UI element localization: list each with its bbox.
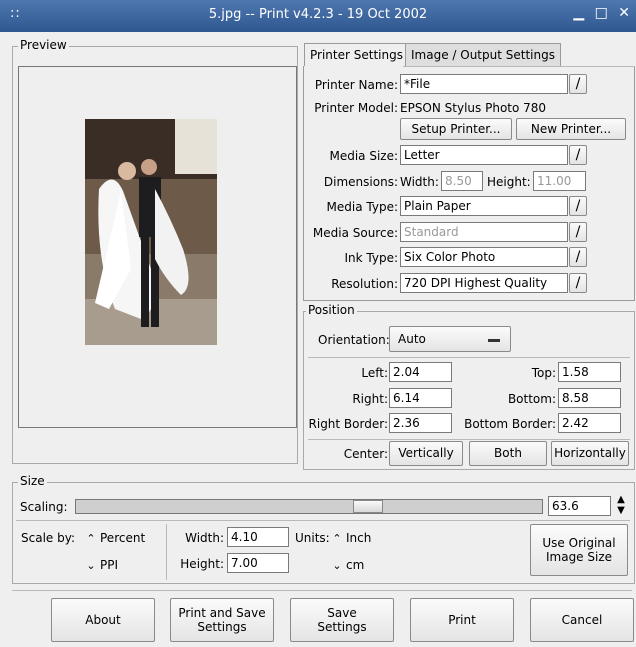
media-source-browse-button[interactable]: / <box>569 222 587 242</box>
bottom-label: Bottom: <box>507 392 556 406</box>
media-size-label: Media Size: <box>329 149 398 163</box>
media-source-label: Media Source: <box>312 226 398 240</box>
radio-unselected-icon: ⌄ <box>332 559 342 572</box>
close-icon[interactable]: ✕ <box>618 5 630 21</box>
window-title: 5.jpg -- Print v4.2.3 - 19 Oct 2002 <box>208 7 428 22</box>
resolution-field[interactable]: 720 DPI Highest Quality <box>400 273 568 293</box>
scaling-slider-track[interactable] <box>75 499 543 514</box>
bottom-border-label: Bottom Border: <box>464 417 556 431</box>
dimensions-height-label: Height: <box>487 175 531 189</box>
preview-page[interactable] <box>18 66 297 428</box>
percent-radio[interactable]: ⌃ Percent <box>86 531 145 545</box>
orientation-label: Orientation: <box>318 333 390 347</box>
orientation-value: Auto <box>398 331 426 346</box>
printer-model-label: Printer Model: <box>314 101 398 115</box>
size-height-field[interactable]: 7.00 <box>227 553 289 573</box>
percent-label: Percent <box>100 531 146 545</box>
size-width-field[interactable]: 4.10 <box>227 527 289 547</box>
top-field[interactable]: 1.58 <box>558 362 621 382</box>
preview-label: Preview <box>18 38 69 52</box>
position-label: Position <box>306 303 357 317</box>
cm-label: cm <box>346 558 365 572</box>
tab-image-output-settings[interactable]: Image / Output Settings <box>405 43 561 66</box>
tab-printer-settings[interactable]: Printer Settings <box>304 43 409 66</box>
print-and-save-settings-button[interactable]: Print and Save Settings <box>170 598 274 642</box>
radio-unselected-icon: ⌄ <box>86 559 96 572</box>
media-type-field[interactable]: Plain Paper <box>400 196 568 216</box>
title-bar[interactable]: :: 5.jpg -- Print v4.2.3 - 19 Oct 2002 ▁… <box>0 0 636 32</box>
resolution-browse-button[interactable]: / <box>569 273 587 293</box>
center-vertically-button[interactable]: Vertically <box>389 441 463 466</box>
dimensions-width-field[interactable]: 8.50 <box>441 171 483 191</box>
units-label: Units: <box>295 531 330 545</box>
ink-type-label: Ink Type: <box>344 251 398 265</box>
print-button[interactable]: Print <box>410 598 514 642</box>
media-type-label: Media Type: <box>326 200 398 214</box>
dimensions-label: Dimensions: <box>323 175 398 189</box>
preview-photo <box>85 119 217 345</box>
setup-printer-button[interactable]: Setup Printer... <box>400 118 512 140</box>
ink-type-browse-button[interactable]: / <box>569 247 587 267</box>
radio-selected-icon: ⌃ <box>332 532 342 545</box>
center-label: Center: <box>343 447 388 461</box>
cancel-button[interactable]: Cancel <box>530 598 634 642</box>
printer-name-browse-button[interactable]: / <box>569 74 587 94</box>
size-width-label: Width: <box>185 531 224 545</box>
printer-name-label: Printer Name: <box>314 78 398 92</box>
printer-model-value: EPSON Stylus Photo 780 <box>400 101 547 115</box>
scale-by-label: Scale by: <box>21 531 75 545</box>
cm-radio[interactable]: ⌄ cm <box>332 558 364 572</box>
top-label: Top: <box>531 366 556 380</box>
dimensions-width-label: Width: <box>400 175 439 189</box>
left-field[interactable]: 2.04 <box>389 362 452 382</box>
scaling-label: Scaling: <box>20 500 68 514</box>
dropdown-indicator-icon <box>488 339 500 342</box>
right-border-field[interactable]: 2.36 <box>389 413 452 433</box>
size-height-label: Height: <box>180 557 224 571</box>
media-size-browse-button[interactable]: / <box>569 145 587 165</box>
spin-down-icon[interactable]: ▼ <box>614 505 628 516</box>
media-size-field[interactable]: Letter <box>400 145 568 165</box>
scaling-spin-button[interactable]: ▲ ▼ <box>614 494 628 518</box>
ppi-label: PPI <box>100 558 119 572</box>
resolution-label: Resolution: <box>331 277 398 291</box>
maximize-icon[interactable]: □ <box>595 5 608 21</box>
new-printer-button[interactable]: New Printer... <box>516 118 626 140</box>
orientation-dropdown[interactable]: Auto <box>389 326 511 352</box>
left-label: Left: <box>361 366 388 380</box>
media-source-field[interactable]: Standard <box>400 222 568 242</box>
scaling-slider-thumb[interactable] <box>353 500 383 513</box>
size-label: Size <box>18 474 47 488</box>
spin-up-icon[interactable]: ▲ <box>614 494 628 505</box>
center-horizontally-button[interactable]: Horizontally <box>551 441 629 466</box>
about-button[interactable]: About <box>51 598 155 642</box>
ink-type-field[interactable]: Six Color Photo <box>400 247 568 267</box>
dimensions-height-field[interactable]: 11.00 <box>533 171 586 191</box>
save-settings-button[interactable]: Save Settings <box>290 598 394 642</box>
inch-label: Inch <box>346 531 372 545</box>
bottom-border-field[interactable]: 2.42 <box>558 413 621 433</box>
radio-selected-icon: ⌃ <box>86 532 96 545</box>
scaling-field[interactable]: 63.6 <box>548 496 611 516</box>
media-type-browse-button[interactable]: / <box>569 196 587 216</box>
ppi-radio[interactable]: ⌄ PPI <box>86 558 118 572</box>
inch-radio[interactable]: ⌃ Inch <box>332 531 371 545</box>
bottom-field[interactable]: 8.58 <box>558 388 621 408</box>
right-field[interactable]: 6.14 <box>389 388 452 408</box>
center-both-button[interactable]: Both <box>469 441 547 466</box>
right-label: Right: <box>352 392 388 406</box>
printer-name-field[interactable]: *File <box>400 74 568 94</box>
right-border-label: Right Border: <box>308 417 388 431</box>
use-original-size-button[interactable]: Use Original Image Size <box>530 524 628 576</box>
minimize-icon[interactable]: ▁ <box>573 5 584 21</box>
